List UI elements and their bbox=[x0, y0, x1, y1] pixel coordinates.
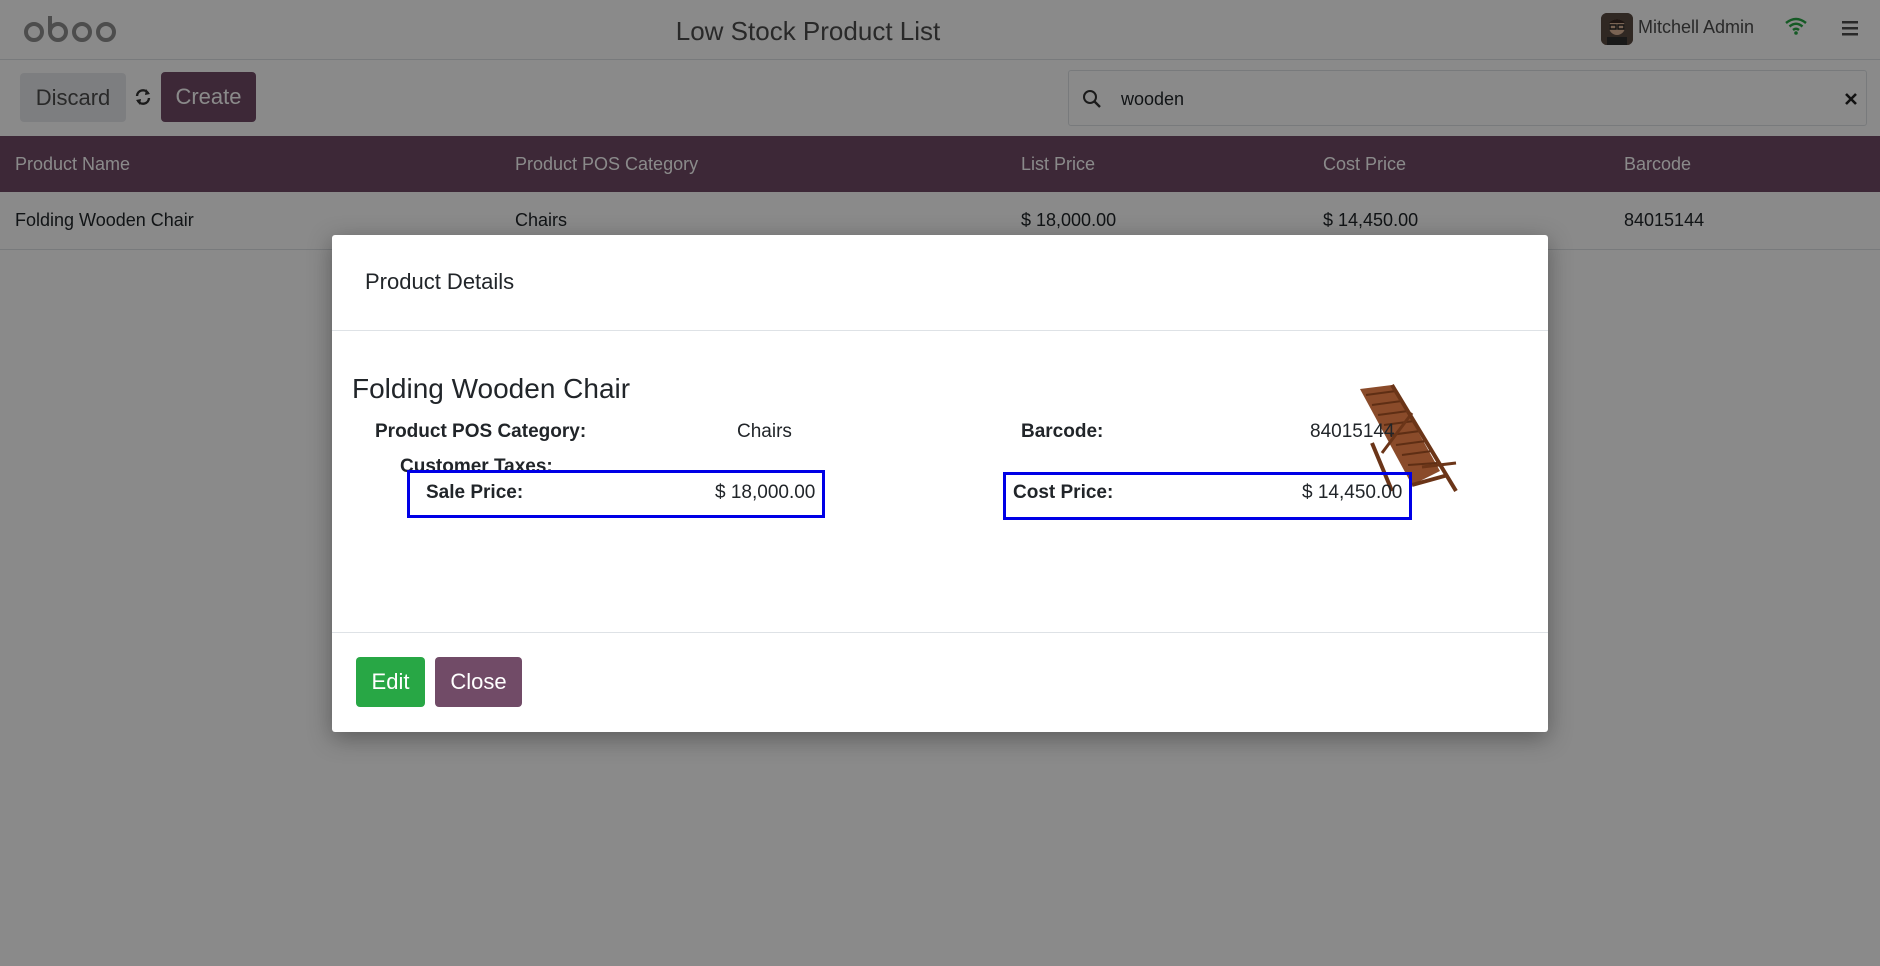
cost-price-value: $ 14,450.00 bbox=[1302, 482, 1403, 503]
close-button[interactable]: Close bbox=[435, 657, 522, 707]
barcode-value: 84015144 bbox=[1310, 421, 1395, 442]
dialog-header: Product Details bbox=[332, 235, 1548, 331]
barcode-label: Barcode: bbox=[1021, 421, 1104, 442]
sale-price-value: $ 18,000.00 bbox=[715, 482, 816, 503]
product-details-dialog: Product Details Folding Wooden Chair Pro… bbox=[332, 235, 1548, 732]
pos-category-label: Product POS Category: bbox=[375, 421, 587, 442]
sale-price-label: Sale Price: bbox=[426, 482, 524, 503]
dialog-title: Product Details bbox=[365, 269, 515, 294]
edit-button[interactable]: Edit bbox=[356, 657, 425, 707]
dialog-footer: Edit Close bbox=[332, 632, 1548, 732]
cost-price-label: Cost Price: bbox=[1013, 482, 1114, 503]
pos-category-value: Chairs bbox=[737, 421, 792, 442]
product-name: Folding Wooden Chair bbox=[352, 373, 631, 404]
